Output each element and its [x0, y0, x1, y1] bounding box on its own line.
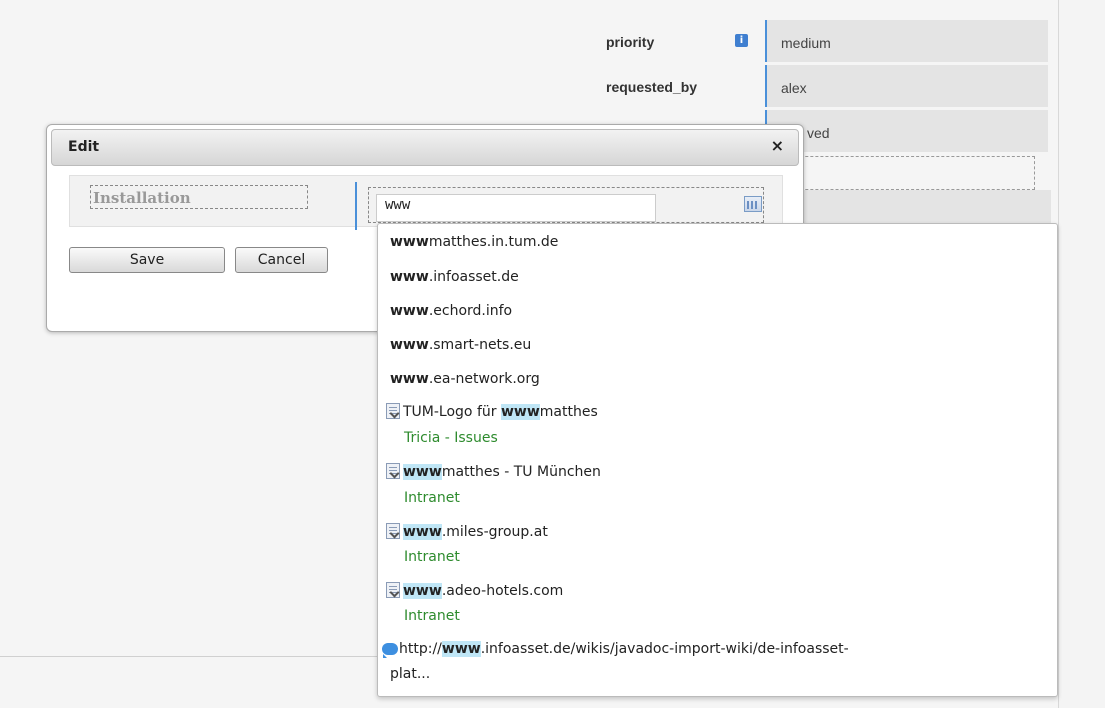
suggestion-text: .smart-nets.eu: [428, 337, 532, 353]
suggestion-text: .ea-network.org: [428, 371, 540, 387]
property-value[interactable]: alex: [765, 65, 1048, 107]
suggestion-document-item[interactable]: TUM-Logo für wwwmatthes: [386, 403, 598, 420]
suggestion-document-item[interactable]: www.miles-group.at: [386, 523, 548, 540]
suggestion-url-item[interactable]: www.infoasset.de: [390, 269, 519, 285]
suggestion-document-item[interactable]: wwwmatthes - TU München: [386, 463, 601, 480]
suggestion-url-item[interactable]: www.smart-nets.eu: [390, 337, 531, 353]
document-icon: [386, 523, 400, 539]
suggestion-text: .miles-group.at: [441, 524, 548, 540]
suggestion-text: TUM-Logo für: [403, 404, 501, 420]
document-icon: [386, 463, 400, 479]
suggestion-source: Intranet: [404, 549, 460, 565]
match-text: www: [403, 583, 442, 599]
info-icon[interactable]: i: [735, 34, 748, 47]
suggestion-text: .echord.info: [428, 303, 513, 319]
dialog-header: Edit ×: [51, 129, 799, 166]
suggestion-source: Tricia - Issues: [404, 430, 498, 446]
suggestion-text-continued: plat...: [390, 666, 431, 682]
suggestion-text: matthes - TU München: [441, 464, 601, 480]
field-label-box: Installation: [90, 185, 308, 209]
property-label: requested_by: [606, 79, 698, 95]
suggestion-text: matthes: [539, 404, 598, 420]
match-text: www: [390, 234, 429, 250]
suggestion-url-item[interactable]: www.echord.info: [390, 303, 512, 319]
suggestion-text: http://: [399, 641, 442, 657]
document-icon: [386, 403, 400, 419]
match-text: www: [390, 371, 429, 387]
suggestion-text: .infoasset.de/wikis/javadoc-import-wiki/…: [480, 641, 849, 657]
speech-bubble-icon: [382, 643, 398, 658]
match-text: www: [500, 404, 540, 420]
close-icon[interactable]: ×: [771, 136, 784, 155]
match-text: www: [403, 524, 442, 540]
property-row-requested-by: requested_by alex: [590, 65, 1050, 109]
autocomplete-dropdown: wwwmatthes.in.tum.de www.infoasset.de ww…: [377, 223, 1058, 697]
property-value[interactable]: medium: [765, 20, 1048, 62]
suggestion-source: Intranet: [404, 490, 460, 506]
match-text: www: [390, 269, 429, 285]
suggestion-text: .adeo-hotels.com: [441, 583, 564, 599]
cancel-button[interactable]: Cancel: [235, 247, 328, 273]
suggestion-wiki-item[interactable]: http://www.infoasset.de/wikis/javadoc-im…: [382, 637, 1022, 687]
match-text: www: [441, 641, 481, 657]
suggestion-text: .infoasset.de: [428, 269, 519, 285]
match-text: www: [403, 464, 442, 480]
save-button[interactable]: Save: [69, 247, 225, 273]
suggestion-source: Intranet: [404, 608, 460, 624]
suggestion-text: matthes.in.tum.de: [428, 234, 559, 250]
property-value[interactable]: ved: [765, 110, 1048, 152]
dialog-title: Edit: [68, 139, 100, 155]
property-edit-field[interactable]: [765, 156, 1035, 190]
installation-input[interactable]: www: [376, 194, 656, 222]
suggestion-document-item[interactable]: www.adeo-hotels.com: [386, 582, 563, 599]
match-text: www: [390, 337, 429, 353]
calendar-icon[interactable]: [744, 196, 762, 212]
match-text: www: [390, 303, 429, 319]
property-label: priority: [606, 34, 655, 50]
suggestion-url-item[interactable]: www.ea-network.org: [390, 371, 540, 387]
dialog-field-row: Installation www: [69, 175, 783, 230]
suggestion-url-item[interactable]: wwwmatthes.in.tum.de: [390, 234, 558, 250]
property-row-priority: priority i medium: [590, 20, 1050, 64]
field-divider: [355, 182, 357, 230]
document-icon: [386, 582, 400, 598]
field-label-installation: Installation: [93, 189, 191, 207]
